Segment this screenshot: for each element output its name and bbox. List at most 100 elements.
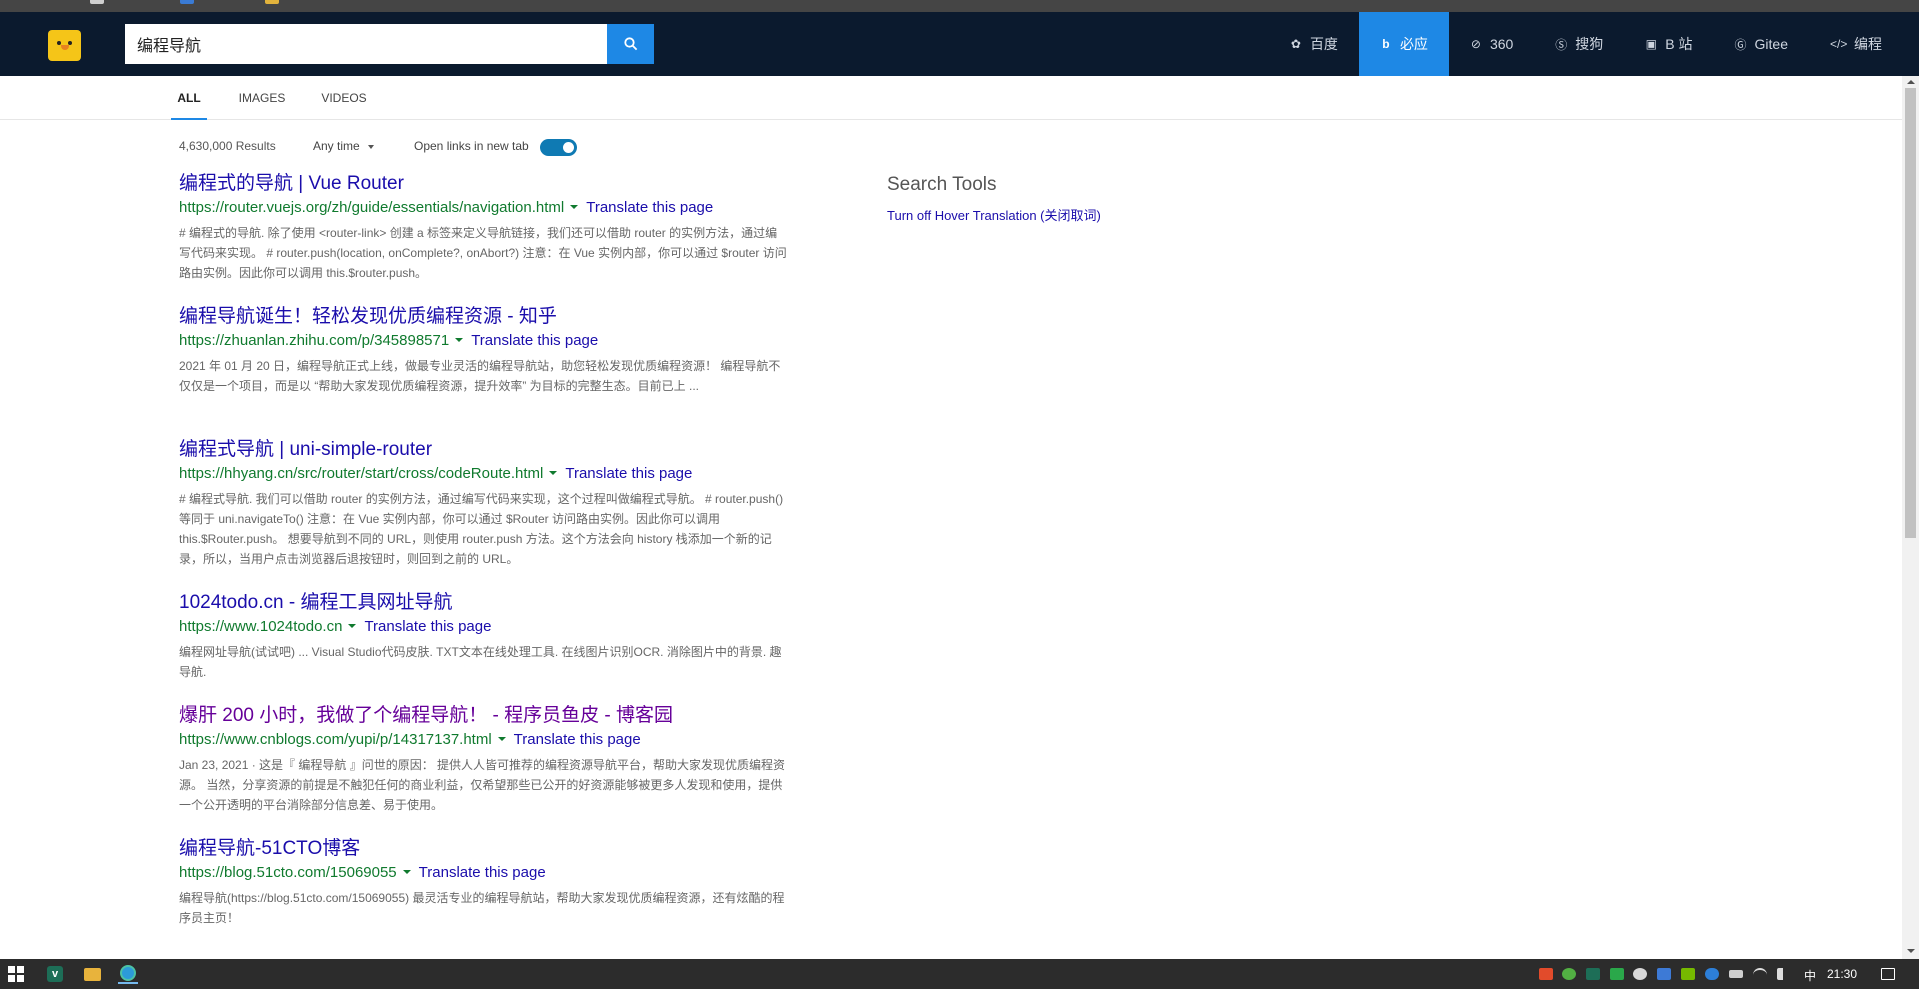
bilibili-icon: ▣ xyxy=(1645,37,1657,51)
result-snippet: Jan 23, 2021 · 这是『 编程导航 』问世的原因： 提供人人皆可推荐… xyxy=(179,758,786,812)
engine-baidu[interactable]: ✿ 百度 xyxy=(1269,12,1359,76)
toggle-knob xyxy=(563,142,574,153)
engine-code[interactable]: </> 编程 xyxy=(1809,12,1903,76)
translate-link[interactable]: Translate this page xyxy=(565,465,692,482)
tray-volume-icon[interactable] xyxy=(1777,968,1785,980)
caret-down-icon[interactable] xyxy=(348,623,357,628)
result-snippet: 编程导航(https://blog.51cto.com/15069055) 最灵… xyxy=(179,891,785,925)
result-url[interactable]: https://zhuanlan.zhihu.com/p/345898571 xyxy=(179,332,449,349)
file-explorer-icon[interactable] xyxy=(82,964,102,984)
notification-icon[interactable] xyxy=(1878,964,1898,984)
result-snippet: # 编程式的导航. 除了使用 <router-link> 创建 a 标签来定义导… xyxy=(179,226,787,280)
engine-label: 360 xyxy=(1489,36,1514,52)
tray-qq-icon[interactable] xyxy=(1633,968,1647,980)
result-url[interactable]: https://www.cnblogs.com/yupi/p/14317137.… xyxy=(179,731,492,748)
translate-link[interactable]: Translate this page xyxy=(364,618,491,635)
open-links-label: Open links in new tab xyxy=(414,139,529,153)
tray-bluetooth-icon[interactable] xyxy=(1705,968,1719,980)
search-result: 1024todo.cn - 编程工具网址导航 https://www.1024t… xyxy=(179,591,789,682)
search-result: 编程式导航 | uni-simple-router https://hhyang… xyxy=(179,438,789,569)
tray-sogou-icon[interactable] xyxy=(1539,968,1553,980)
tray-wifi-icon[interactable] xyxy=(1753,968,1767,980)
engine-label: 必应 xyxy=(1399,36,1428,52)
result-url-line: https://router.vuejs.org/zh/guide/essent… xyxy=(179,196,789,220)
top-header: ✿ 百度 b 必应 ⊘ 360 Ⓢ 搜狗 ▣ B 站 Ⓖ Gitee </> 编… xyxy=(0,12,1919,76)
sogou-icon: Ⓢ xyxy=(1555,37,1568,52)
caret-down-icon[interactable] xyxy=(570,204,579,209)
engine-label: Gitee xyxy=(1754,36,1788,52)
translate-link[interactable]: Translate this page xyxy=(514,731,641,748)
vue-app-icon[interactable]: v xyxy=(45,964,65,984)
hover-translation-link[interactable]: Turn off Hover Translation (关闭取词) xyxy=(887,205,1101,224)
result-title-link[interactable]: 爆肝 200 小时，我做了个编程导航！ - 程序员鱼皮 - 博客园 xyxy=(179,704,789,728)
translate-link[interactable]: Translate this page xyxy=(419,864,546,881)
scroll-down-icon[interactable] xyxy=(1907,949,1915,953)
result-url[interactable]: https://blog.51cto.com/15069055 xyxy=(179,864,397,881)
caret-down-icon[interactable] xyxy=(402,869,411,874)
browser-top-strip xyxy=(0,0,1919,12)
result-title-link[interactable]: 1024todo.cn - 编程工具网址导航 xyxy=(179,591,789,615)
engine-gitee[interactable]: Ⓖ Gitee xyxy=(1714,12,1809,76)
windows-start-icon[interactable] xyxy=(6,964,26,984)
tab-images[interactable]: IMAGES xyxy=(238,76,286,120)
engine-label: 百度 xyxy=(1309,36,1338,52)
search-tools-title: Search Tools xyxy=(887,174,997,195)
search-result: 编程式的导航 | Vue Router https://router.vuejs… xyxy=(179,172,789,283)
translate-link[interactable]: Translate this page xyxy=(586,199,713,216)
search-input[interactable] xyxy=(125,24,607,64)
engine-label: 编程 xyxy=(1854,36,1882,52)
result-url-line: https://www.1024todo.cn Translate this pa… xyxy=(179,615,789,639)
page-scrollbar[interactable] xyxy=(1902,76,1919,959)
tray-arrow-icon[interactable] xyxy=(1610,968,1624,980)
result-snippet: # 编程式导航. 我们可以借助 router 的实例方法，通过编写代码来实现，这… xyxy=(179,492,784,566)
bing-icon: b xyxy=(1382,37,1390,51)
tab-videos[interactable]: VIDEOS xyxy=(321,76,367,120)
result-title-link[interactable]: 编程式的导航 | Vue Router xyxy=(179,172,789,196)
results-count: 4,630,000 Results xyxy=(179,139,276,153)
search-button[interactable] xyxy=(607,24,654,64)
tab-all[interactable]: ALL xyxy=(171,76,207,120)
scroll-thumb[interactable] xyxy=(1905,88,1916,538)
translate-link[interactable]: Translate this page xyxy=(471,332,598,349)
tray-shield-icon[interactable] xyxy=(1657,968,1671,980)
caret-down-icon[interactable] xyxy=(549,470,558,475)
result-url[interactable]: https://hhyang.cn/src/router/start/cross… xyxy=(179,465,543,482)
result-url-line: https://blog.51cto.com/15069055 Translate… xyxy=(179,861,789,885)
result-url-line: https://zhuanlan.zhihu.com/p/345898571 Tr… xyxy=(179,329,789,353)
chevron-down-icon xyxy=(368,144,375,149)
result-title-link[interactable]: 编程式导航 | uni-simple-router xyxy=(179,438,789,462)
result-url-line: https://www.cnblogs.com/yupi/p/14317137.… xyxy=(179,728,789,752)
tab-icon[interactable] xyxy=(265,0,279,4)
tray-nvidia-icon[interactable] xyxy=(1681,968,1695,980)
duck-logo[interactable] xyxy=(48,30,81,61)
result-title-link[interactable]: 编程导航诞生！轻松发现优质编程资源 - 知乎 xyxy=(179,305,789,329)
tab-icon[interactable] xyxy=(180,0,194,4)
caret-down-icon[interactable] xyxy=(455,337,464,342)
engine-bing[interactable]: b 必应 xyxy=(1358,12,1449,76)
result-snippet: 2021 年 01 月 20 日，编程导航正式上线，做最专业灵活的编程导航站，助… xyxy=(179,359,781,393)
tray-battery-icon[interactable] xyxy=(1729,970,1743,978)
taskbar-clock[interactable]: 21:30 xyxy=(1827,967,1857,981)
time-filter-dropdown[interactable]: Any time xyxy=(313,139,375,153)
result-url[interactable]: https://www.1024todo.cn xyxy=(179,618,342,635)
engine-360[interactable]: ⊘ 360 xyxy=(1449,12,1534,76)
result-url[interactable]: https://router.vuejs.org/zh/guide/essent… xyxy=(179,199,564,216)
open-links-toggle[interactable] xyxy=(540,139,577,156)
result-url-line: https://hhyang.cn/src/router/start/cross… xyxy=(179,462,789,486)
caret-down-icon[interactable] xyxy=(497,736,506,741)
ime-indicator[interactable]: 中 xyxy=(1804,967,1816,984)
result-tabs: ALL IMAGES VIDEOS xyxy=(0,76,1902,120)
search-result: 爆肝 200 小时，我做了个编程导航！ - 程序员鱼皮 - 博客园 https:… xyxy=(179,704,789,815)
tab-icon[interactable] xyxy=(90,0,104,4)
search-result: 编程导航-51CTO博客 https://blog.51cto.com/1506… xyxy=(179,837,789,928)
scroll-up-icon[interactable] xyxy=(1907,80,1915,84)
search-icon xyxy=(623,37,637,51)
result-title-link[interactable]: 编程导航-51CTO博客 xyxy=(179,837,789,861)
engine-sogou[interactable]: Ⓢ 搜狗 xyxy=(1534,12,1624,76)
edge-browser-icon[interactable] xyxy=(118,964,138,984)
tray-vue-icon[interactable] xyxy=(1586,968,1600,980)
tray-app-icon[interactable] xyxy=(1562,968,1576,980)
engine-bilibili[interactable]: ▣ B 站 xyxy=(1624,12,1713,76)
windows-logo-icon xyxy=(8,966,24,982)
code-icon: </> xyxy=(1830,37,1848,51)
